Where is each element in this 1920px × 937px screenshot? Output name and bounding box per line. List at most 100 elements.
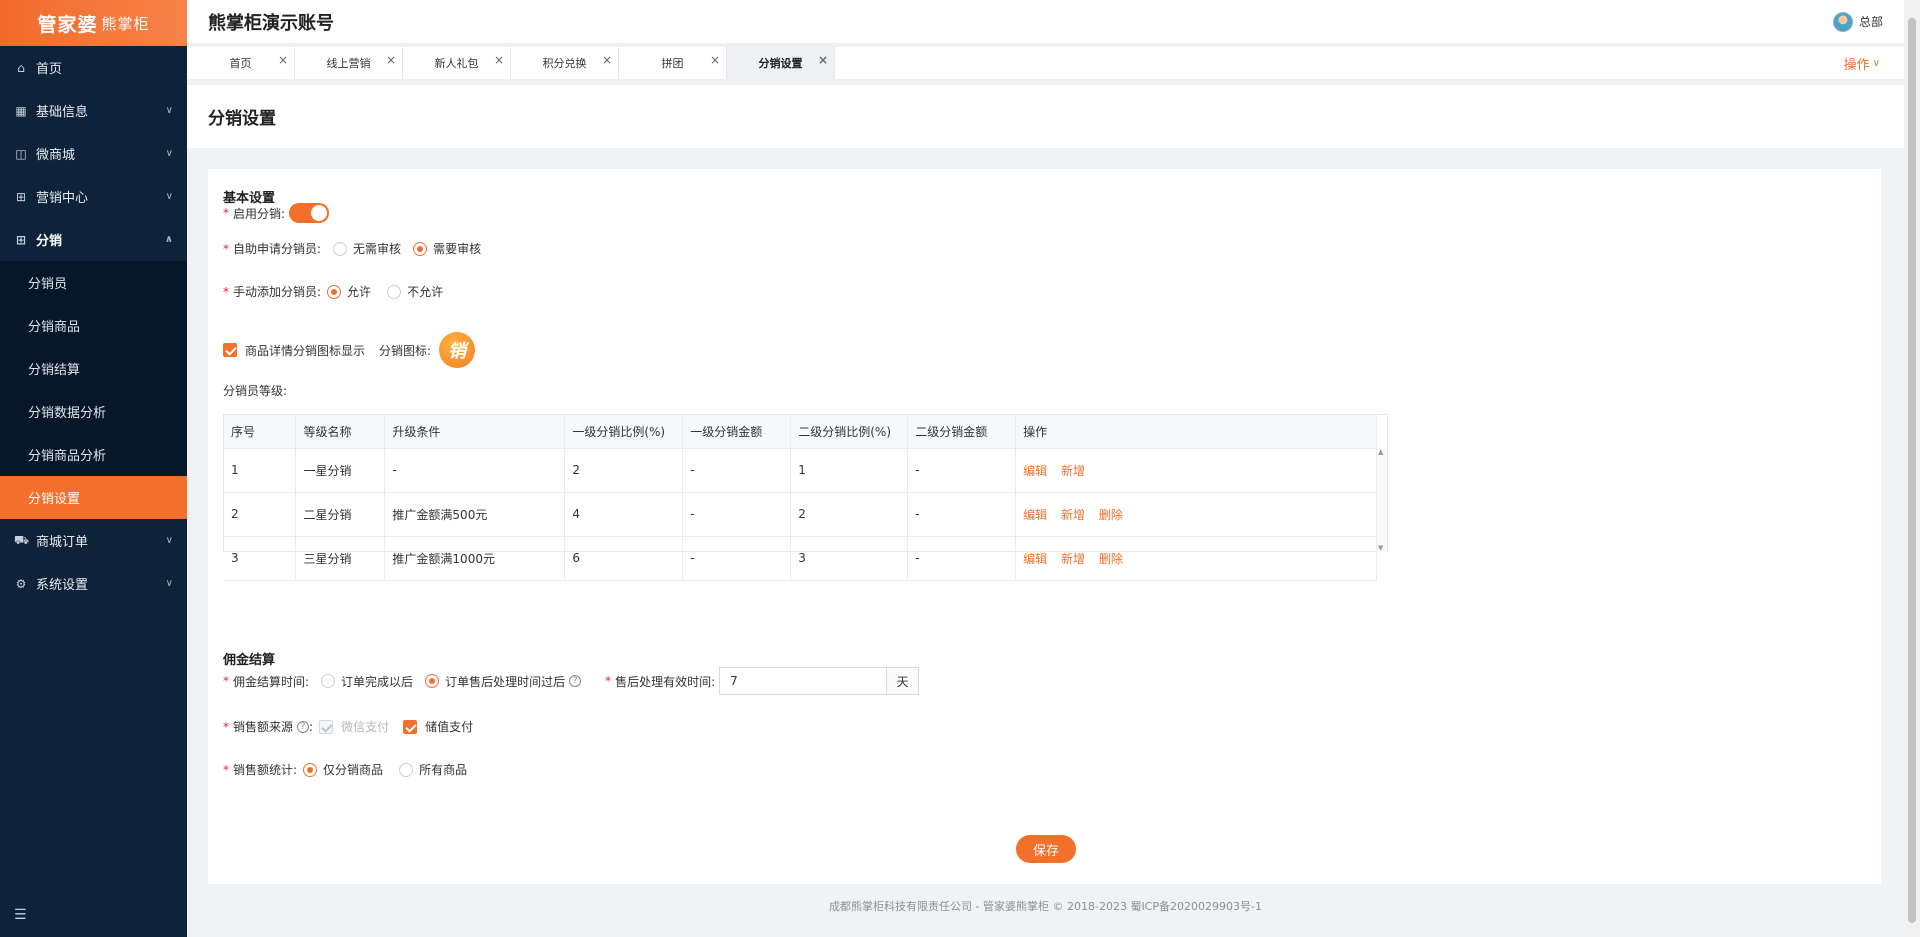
table-header-row: 序号 等级名称 升级条件 一级分销比例(%) 一级分销金额 二级分销比例(%) … — [224, 415, 1377, 449]
enable-distribution-toggle[interactable] — [289, 203, 330, 223]
scroll-up-icon[interactable]: ▲ — [1378, 448, 1383, 456]
show-icon-label: 商品详情分销图标显示 — [245, 343, 366, 358]
radio-dot — [327, 284, 342, 299]
close-icon[interactable]: × — [710, 53, 720, 67]
close-icon[interactable]: × — [386, 53, 396, 67]
close-icon[interactable]: × — [494, 53, 504, 67]
tab-new-user-gift[interactable]: 新人礼包 × — [403, 47, 511, 79]
sidebar-subitem-settlement[interactable]: 分销结算 — [0, 347, 187, 390]
sidebar-item-system[interactable]: ⚙ 系统设置 ∨ — [0, 562, 187, 605]
manual-add-allow-radio[interactable]: 允许 — [327, 283, 371, 300]
required-mark: * — [223, 762, 229, 777]
tab-distribution-settings[interactable]: 分销设置 × — [727, 47, 835, 79]
cell: 推广金额满500元 — [384, 492, 566, 537]
cell: 3 — [224, 536, 297, 581]
bag-icon: ◫ — [15, 146, 27, 161]
delete-link[interactable]: 删除 — [1099, 508, 1123, 522]
sidebar-item-label: 分销 — [36, 234, 63, 249]
add-link[interactable]: 新增 — [1061, 464, 1085, 478]
sales-source-row: * 销售额来源 ? : 微信支付 储值支付 — [223, 718, 473, 735]
distribution-products-only-radio[interactable]: 仅分销商品 — [303, 761, 383, 778]
close-icon[interactable]: × — [818, 53, 828, 67]
cell: 二星分销 — [295, 492, 386, 537]
after-sale-days-input[interactable] — [719, 667, 887, 695]
tabs-operations-dropdown[interactable]: 操作 ∨ — [1844, 47, 1904, 79]
col-header-l2-amount: 二级分销金额 — [907, 415, 1017, 449]
all-products-radio[interactable]: 所有商品 — [399, 761, 467, 778]
required-mark: * — [223, 206, 229, 220]
save-button[interactable]: 保存 — [1016, 835, 1076, 863]
sidebar-item-label: 系统设置 — [36, 578, 89, 593]
after-order-complete-radio[interactable]: 订单完成以后 — [321, 673, 413, 690]
cart-icon: ⛟ — [14, 532, 30, 547]
edit-link[interactable]: 编辑 — [1023, 508, 1047, 522]
tabs-ops-label: 操作 — [1843, 57, 1870, 73]
distribution-badge-icon[interactable]: 销 — [439, 332, 476, 368]
add-link[interactable]: 新增 — [1061, 508, 1085, 522]
sidebar-item-home[interactable]: ⌂ 首页 — [0, 46, 187, 89]
sidebar-subitem-data-analysis[interactable]: 分销数据分析 — [0, 390, 187, 433]
menu-collapse-icon[interactable]: ☰ — [14, 907, 27, 923]
show-icon-checkbox[interactable] — [223, 343, 237, 357]
help-icon[interactable]: ? — [569, 675, 582, 687]
table-scrollbar[interactable]: ▲ ▼ — [1377, 448, 1387, 552]
commission-time-label: 佣金结算时间: — [233, 674, 310, 689]
tab-online-marketing[interactable]: 线上营销 × — [295, 47, 403, 79]
tab-home[interactable]: 首页 × — [187, 47, 295, 79]
ops-cell: 编辑 新增 删除 — [1015, 536, 1377, 581]
radio-dot — [387, 284, 402, 299]
tab-label: 新人礼包 — [434, 57, 479, 70]
sidebar-item-marketing[interactable]: ⊞ 营销中心 ∨ — [0, 175, 187, 218]
tab-points-exchange[interactable]: 积分兑换 × — [511, 47, 619, 79]
level-table-grid: 序号 等级名称 升级条件 一级分销比例(%) 一级分销金额 二级分销比例(%) … — [224, 415, 1377, 581]
level-label: 分销员等级: — [223, 384, 288, 398]
scroll-down-icon[interactable]: ▼ — [1378, 544, 1383, 552]
account-name: 熊掌柜演示账号 — [208, 12, 334, 34]
page-scrollbar[interactable] — [1904, 0, 1920, 937]
user-name: 总部 — [1858, 15, 1883, 29]
add-link[interactable]: 新增 — [1061, 552, 1085, 566]
top-header: 熊掌柜演示账号 总部 — [187, 0, 1904, 43]
self-apply-review-radio[interactable]: 需要审核 — [413, 240, 481, 257]
page-scrollbar-thumb[interactable] — [1908, 18, 1916, 923]
radio-dot — [303, 762, 318, 777]
self-apply-no-review-radio[interactable]: 无需审核 — [333, 240, 401, 257]
col-header-l1-amount: 一级分销金额 — [682, 415, 792, 449]
tab-label: 线上营销 — [326, 57, 371, 70]
sidebar-subitem-settings[interactable]: 分销设置 — [0, 476, 187, 519]
distribution-submenu: 分销员 分销商品 分销结算 分销数据分析 分销商品分析 分销设置 — [0, 261, 187, 519]
cell: 一星分销 — [295, 448, 386, 493]
close-icon[interactable]: × — [602, 53, 612, 67]
brand-logo[interactable]: 管家婆 熊掌柜 — [0, 0, 187, 46]
stored-value-pay-label: 储值支付 — [425, 720, 474, 734]
self-apply-row: * 自助申请分销员: 无需审核 需要审核 — [223, 240, 481, 257]
sidebar-subitem-products[interactable]: 分销商品 — [0, 304, 187, 347]
cell: 2 — [564, 448, 684, 493]
tab-label: 分销设置 — [758, 57, 803, 70]
manual-add-deny-radio[interactable]: 不允许 — [387, 283, 443, 300]
sidebar-item-orders[interactable]: ⛟ 商城订单 ∨ — [0, 519, 187, 562]
after-sale-period-radio[interactable]: 订单售后处理时间过后 ? — [425, 673, 582, 690]
help-icon[interactable]: ? — [297, 720, 310, 733]
stored-value-pay-checkbox[interactable] — [403, 719, 418, 734]
radio-dot — [413, 241, 428, 256]
edit-link[interactable]: 编辑 — [1023, 552, 1047, 566]
col-header-level-name: 等级名称 — [295, 415, 386, 449]
sidebar-item-mall[interactable]: ◫ 微商城 ∨ — [0, 132, 187, 175]
chevron-down-icon: ∨ — [165, 105, 173, 116]
delete-link[interactable]: 删除 — [1099, 552, 1123, 566]
sidebar-item-label: 营销中心 — [36, 191, 89, 206]
sidebar-subitem-product-analysis[interactable]: 分销商品分析 — [0, 433, 187, 476]
col-header-index: 序号 — [224, 415, 297, 449]
user-menu[interactable]: 总部 — [1832, 11, 1883, 32]
cell: 1 — [790, 448, 909, 493]
sidebar-subitem-distributors[interactable]: 分销员 — [0, 261, 187, 304]
sidebar-item-distribution[interactable]: ⊞ 分销 ∧ — [0, 218, 187, 261]
tab-group-buy[interactable]: 拼团 × — [619, 47, 727, 79]
close-icon[interactable]: × — [278, 53, 288, 67]
sidebar-item-basic-info[interactable]: ▦ 基础信息 ∨ — [0, 89, 187, 132]
avatar — [1832, 11, 1853, 32]
edit-link[interactable]: 编辑 — [1023, 464, 1047, 478]
radio-label: 需要审核 — [433, 242, 482, 256]
after-sale-time-label: 售后处理有效时间: — [615, 674, 716, 689]
